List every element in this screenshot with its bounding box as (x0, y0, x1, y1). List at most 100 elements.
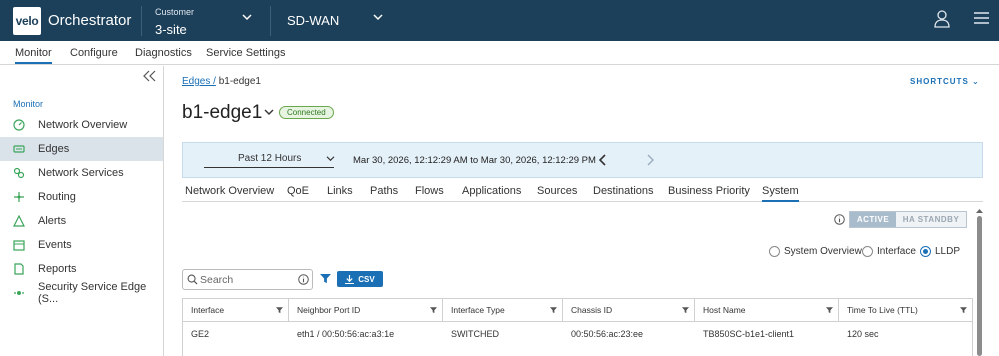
chevron-down-icon: ⌄ (972, 77, 980, 86)
breadcrumb-edges-link[interactable]: Edges / (182, 76, 216, 87)
customer-value: 3-site (155, 22, 187, 37)
csv-label: CSV (358, 274, 375, 284)
network-services-icon (13, 167, 25, 179)
column-header[interactable]: Time To Live (TTL) (839, 299, 972, 322)
filter-icon[interactable] (826, 307, 833, 314)
routing-icon (13, 191, 25, 203)
table-cell: GE2 (191, 329, 210, 339)
download-icon (345, 274, 355, 284)
filter-icon[interactable] (960, 307, 967, 314)
sidebar-item-edges[interactable]: Edges (0, 137, 163, 161)
filter-icon[interactable] (682, 307, 689, 314)
table-cell: eth1 / 00:50:56:ac:a3:1e (297, 329, 395, 339)
chevron-down-icon[interactable] (373, 13, 383, 21)
radio-lldp[interactable]: LLDP (920, 246, 960, 257)
tab-sources[interactable]: Sources (537, 185, 577, 197)
breadcrumb: Edges / b1-edge1 (182, 76, 261, 87)
chevron-down-icon[interactable] (242, 13, 252, 21)
tab-diagnostics[interactable]: Diagnostics (135, 47, 192, 59)
lldp-table: Interface Neighbor Port ID Interface Typ… (182, 298, 973, 356)
sidebar-item-security-service-edge[interactable]: Security Service Edge (S... (0, 281, 163, 305)
hamburger-menu-icon[interactable] (974, 11, 989, 25)
tab-applications[interactable]: Applications (462, 185, 521, 197)
sidebar: Monitor Network Overview Edges Network S… (0, 66, 164, 356)
sidebar-item-alerts[interactable]: Alerts (0, 209, 163, 233)
tab-qoe[interactable]: QoE (287, 185, 309, 197)
time-range-select[interactable]: Past 12 Hours (204, 153, 335, 168)
scroll-up-icon[interactable] (976, 208, 983, 214)
tab-network-overview[interactable]: Network Overview (185, 185, 274, 197)
column-title: Interface (191, 305, 225, 315)
top-header: velo Orchestrator Customer 3-site SD-WAN (0, 0, 999, 41)
table-cell: SWITCHED (451, 329, 499, 339)
header-divider (270, 6, 271, 36)
shortcuts-label: SHORTCUTS (910, 77, 969, 86)
info-icon[interactable] (834, 214, 845, 225)
info-icon[interactable] (298, 274, 309, 285)
ha-active-button[interactable]: ACTIVE (850, 212, 896, 227)
status-badge: Connected (279, 106, 334, 119)
sidebar-item-network-overview[interactable]: Network Overview (0, 113, 163, 137)
tab-business-priority[interactable]: Business Priority (668, 185, 750, 197)
column-header[interactable]: Neighbor Port ID (289, 299, 443, 322)
radio-label: LLDP (935, 246, 961, 257)
radio-system-overview[interactable]: System Overview (769, 246, 862, 257)
table-cell: 120 sec (847, 329, 879, 339)
chevron-right-icon[interactable] (646, 154, 654, 166)
gauge-icon (13, 119, 25, 131)
radio-interface[interactable]: Interface (862, 246, 916, 257)
shortcuts-menu[interactable]: SHORTCUTS ⌄ (910, 77, 980, 86)
sidebar-item-reports[interactable]: Reports (0, 257, 163, 281)
sidebar-item-network-services[interactable]: Network Services (0, 161, 163, 185)
tab-flows[interactable]: Flows (415, 185, 444, 197)
header-divider (141, 6, 142, 36)
ha-standby-button[interactable]: HA STANDBY (896, 212, 966, 227)
column-header[interactable]: Interface (183, 299, 289, 322)
user-icon[interactable] (934, 10, 950, 28)
radio-label: System Overview (784, 246, 862, 257)
tab-links[interactable]: Links (327, 185, 353, 197)
chevron-left-icon[interactable] (599, 154, 607, 166)
search-icon (187, 274, 198, 285)
tab-monitor[interactable]: Monitor (15, 47, 52, 64)
filter-icon[interactable] (276, 307, 283, 314)
sidebar-item-label: Network Services (38, 167, 124, 179)
tab-system[interactable]: System (762, 185, 799, 202)
sidebar-item-events[interactable]: Events (0, 233, 163, 257)
alert-icon (13, 215, 25, 227)
column-title: Time To Live (TTL) (847, 305, 918, 315)
filter-icon[interactable] (320, 274, 331, 284)
tab-destinations[interactable]: Destinations (593, 185, 654, 197)
filter-icon[interactable] (550, 307, 557, 314)
sidebar-item-label: Network Overview (38, 119, 128, 131)
sidebar-item-label: Edges (38, 143, 70, 155)
velo-logo: velo (13, 6, 41, 35)
column-header[interactable]: Host Name (695, 299, 839, 322)
tab-paths[interactable]: Paths (370, 185, 398, 197)
radio-label: Interface (877, 246, 916, 257)
sidebar-item-routing[interactable]: Routing (0, 185, 163, 209)
tab-configure[interactable]: Configure (70, 47, 118, 59)
search-input[interactable] (200, 272, 290, 287)
calendar-icon (13, 239, 25, 251)
column-title: Host Name (703, 305, 746, 315)
collapse-sidebar-icon[interactable] (143, 70, 156, 82)
edge-sub-tabs: Network Overview QoE Links Paths Flows A… (182, 182, 983, 202)
search-box (182, 269, 313, 290)
product-selector[interactable]: SD-WAN (287, 13, 339, 28)
sidebar-item-label: Reports (38, 263, 77, 275)
table-cell: 00:50:56:ac:23:ee (571, 329, 644, 339)
tab-service-settings[interactable]: Service Settings (206, 47, 285, 59)
customer-selector[interactable]: Customer 3-site (155, 7, 194, 37)
edge-device-icon (13, 143, 25, 155)
column-header[interactable]: Chassis ID (563, 299, 695, 322)
radio-circle (862, 246, 873, 257)
csv-export-button[interactable]: CSV (337, 271, 383, 287)
vertical-scrollbar[interactable] (976, 208, 983, 356)
scrollbar-thumb[interactable] (977, 216, 982, 356)
filter-icon[interactable] (430, 307, 437, 314)
column-header[interactable]: Interface Type (443, 299, 563, 322)
column-title: Chassis ID (571, 305, 613, 315)
customer-label: Customer (155, 7, 195, 17)
chevron-down-icon[interactable] (264, 108, 274, 116)
